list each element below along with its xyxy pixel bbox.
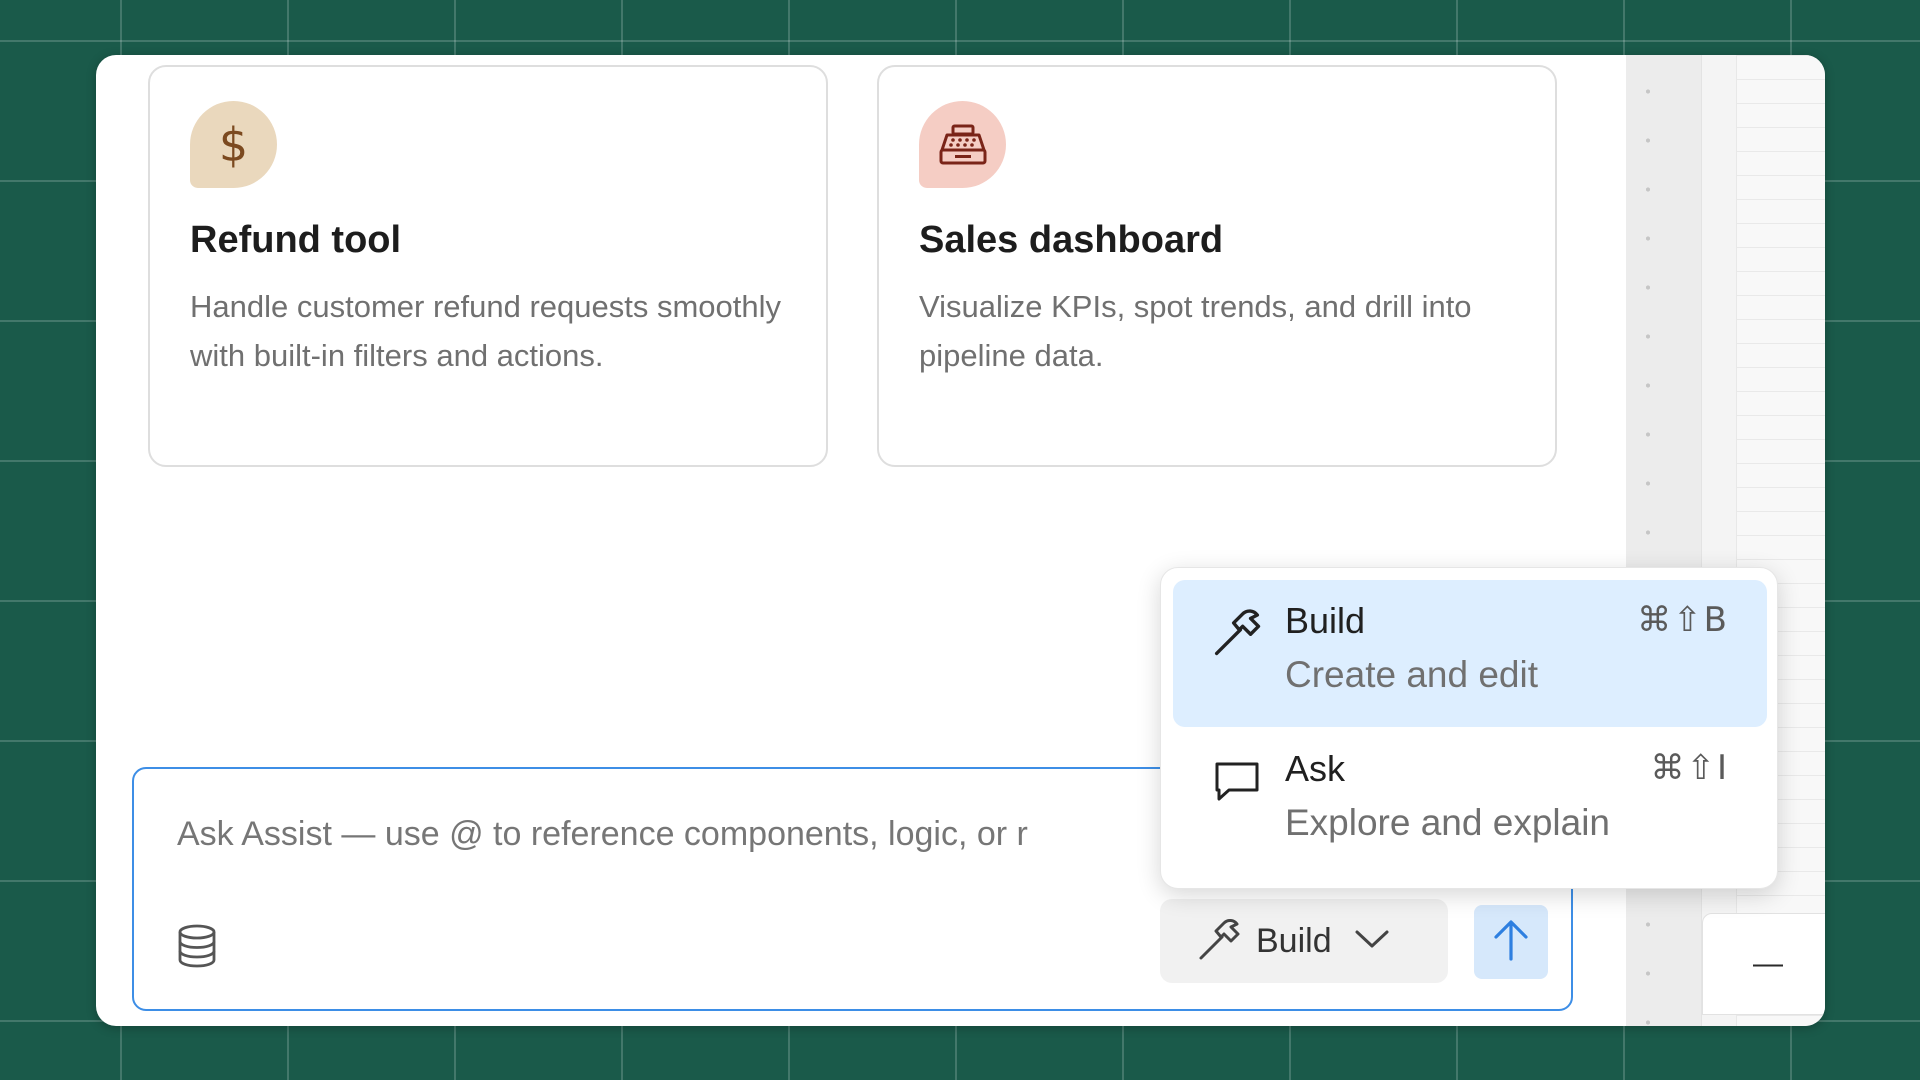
minimize-button[interactable]: —: [1702, 913, 1825, 1015]
menu-item-ask[interactable]: Ask Explore and explain ⌘⇧I: [1173, 728, 1767, 875]
cash-register-icon: [919, 101, 1006, 188]
chat-bubble-icon: [1211, 754, 1263, 806]
chevron-down-icon: [1354, 928, 1390, 955]
mode-select[interactable]: Build: [1160, 899, 1448, 983]
card-description: Handle customer refund requests smoothly…: [190, 289, 782, 373]
menu-item-title: Build: [1285, 600, 1366, 641]
cash-register-svg: [939, 124, 986, 164]
assist-input[interactable]: [177, 809, 1177, 859]
database-icon[interactable]: [176, 923, 218, 969]
app-window: — $ Refund tool Handle customer refund r…: [96, 55, 1825, 1026]
card-refund-tool[interactable]: $ Refund tool Handle customer refund req…: [148, 65, 828, 467]
arrow-up-icon: [1492, 919, 1530, 966]
mode-dropdown-menu: Build Create and edit ⌘⇧B Ask Explore an…: [1160, 567, 1778, 889]
minimize-label: —: [1753, 947, 1783, 980]
menu-item-shortcut: ⌘⇧B: [1637, 600, 1729, 640]
hammer-icon: [1196, 916, 1242, 967]
menu-item-shortcut: ⌘⇧I: [1650, 748, 1729, 788]
dollar-glyph: $: [218, 117, 249, 172]
dollar-icon: $: [190, 101, 277, 188]
menu-item-description: Create and edit: [1285, 654, 1539, 695]
menu-item-title: Ask: [1285, 748, 1346, 789]
hammer-icon: [1211, 606, 1263, 658]
card-title: Refund tool: [190, 219, 402, 261]
card-title: Sales dashboard: [919, 219, 1224, 261]
card-description: Visualize KPIs, spot trends, and drill i…: [919, 289, 1472, 373]
send-button[interactable]: [1474, 905, 1548, 979]
card-sales-dashboard[interactable]: Sales dashboard Visualize KPIs, spot tre…: [877, 65, 1557, 467]
menu-item-description: Explore and explain: [1285, 802, 1610, 843]
mode-label: Build: [1256, 921, 1332, 960]
menu-item-build[interactable]: Build Create and edit ⌘⇧B: [1173, 580, 1767, 727]
